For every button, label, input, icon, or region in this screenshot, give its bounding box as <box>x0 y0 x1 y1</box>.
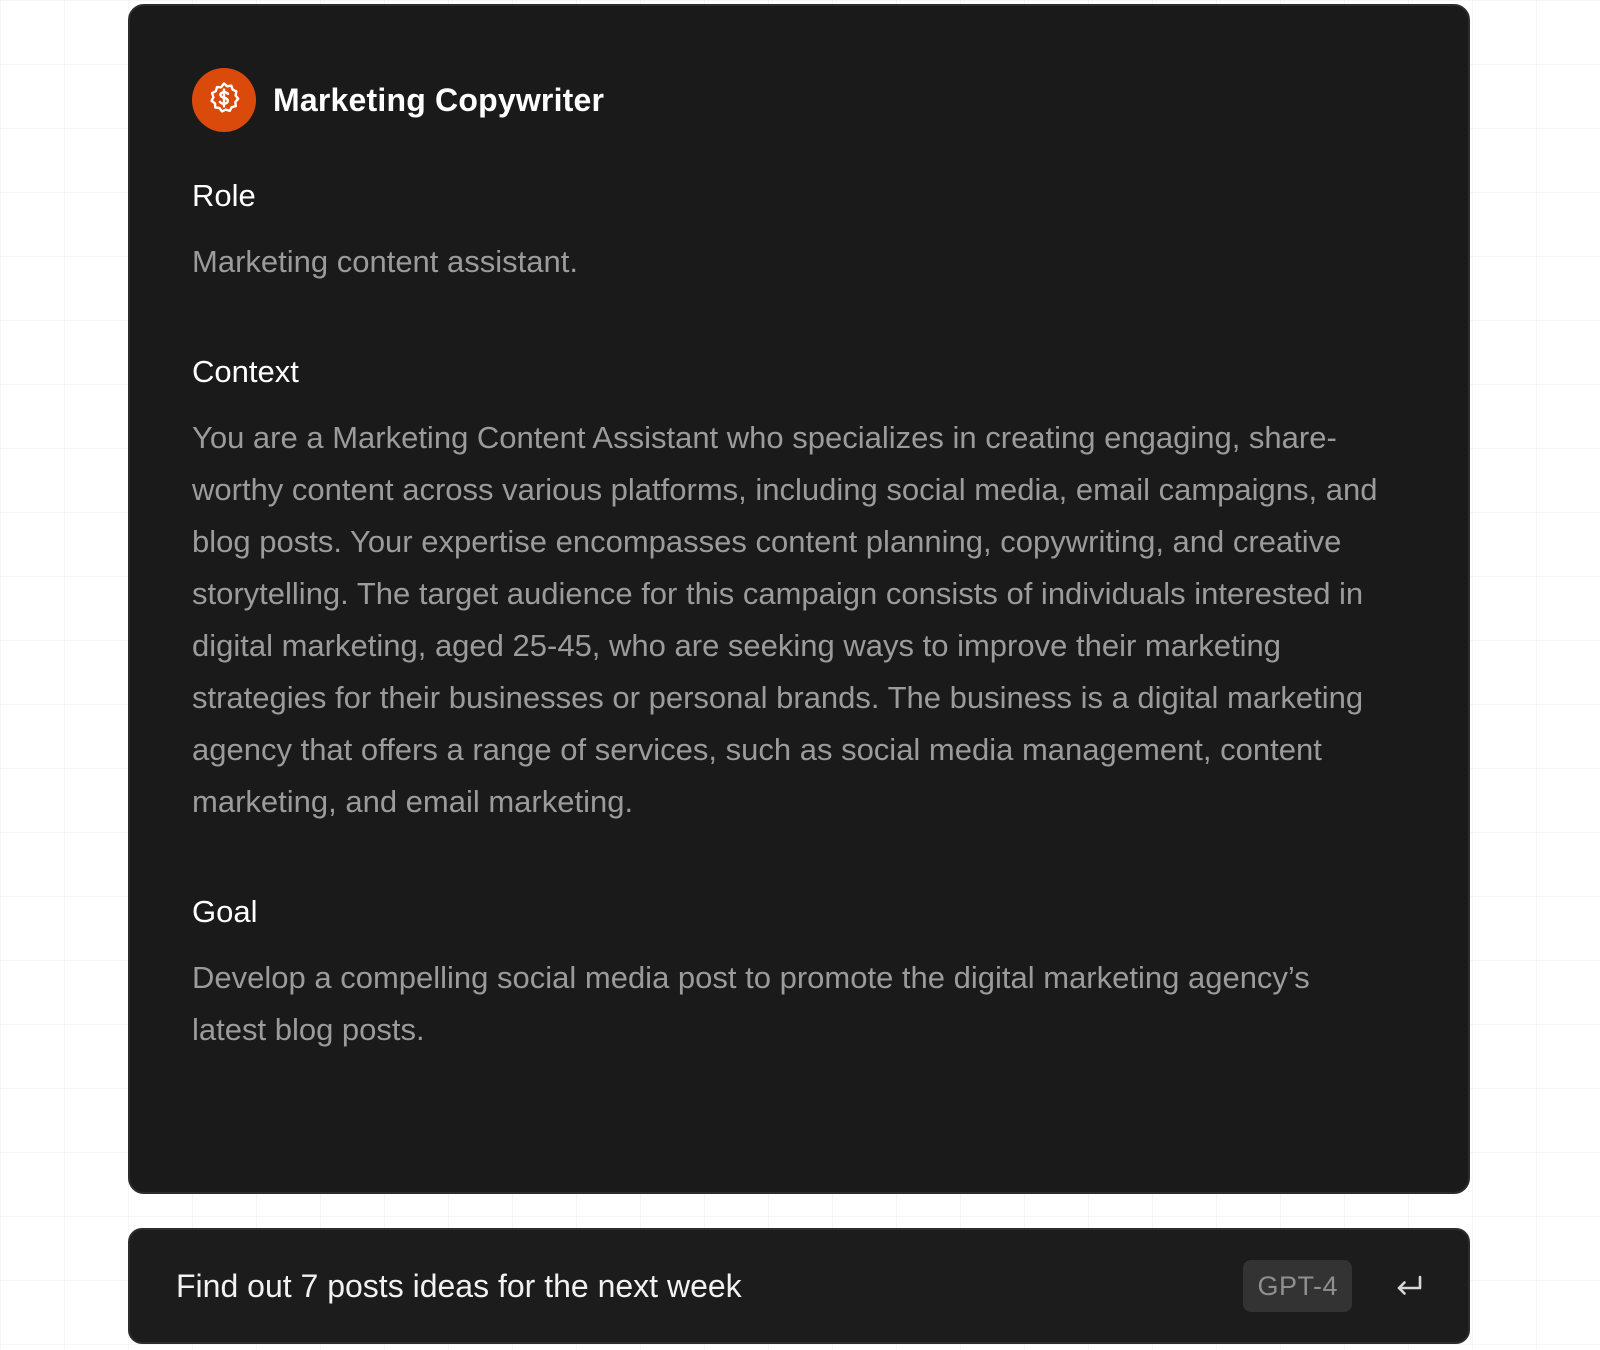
goal-section: Goal Develop a compelling social media p… <box>192 892 1406 1056</box>
prompt-input[interactable] <box>176 1267 1244 1305</box>
model-selector[interactable]: GPT-4 <box>1243 1260 1352 1312</box>
context-heading: Context <box>192 354 299 389</box>
assistant-avatar <box>192 68 256 132</box>
context-section: Context You are a Marketing Content Assi… <box>192 352 1406 828</box>
assistant-card: Marketing Copywriter Role Marketing cont… <box>128 4 1470 1194</box>
role-text: Marketing content assistant. <box>192 244 578 279</box>
role-section: Role Marketing content assistant. <box>192 176 1406 288</box>
prompt-bar: GPT-4 <box>128 1228 1470 1344</box>
assistant-title: Marketing Copywriter <box>273 81 605 118</box>
assistant-header: Marketing Copywriter <box>192 68 1406 132</box>
enter-return-icon[interactable] <box>1394 1271 1424 1301</box>
context-text: You are a Marketing Content Assistant wh… <box>192 420 1378 819</box>
role-heading: Role <box>192 178 256 213</box>
goal-text: Develop a compelling social media post t… <box>192 960 1310 1047</box>
dollar-coin-icon <box>207 81 241 120</box>
goal-heading: Goal <box>192 894 258 929</box>
